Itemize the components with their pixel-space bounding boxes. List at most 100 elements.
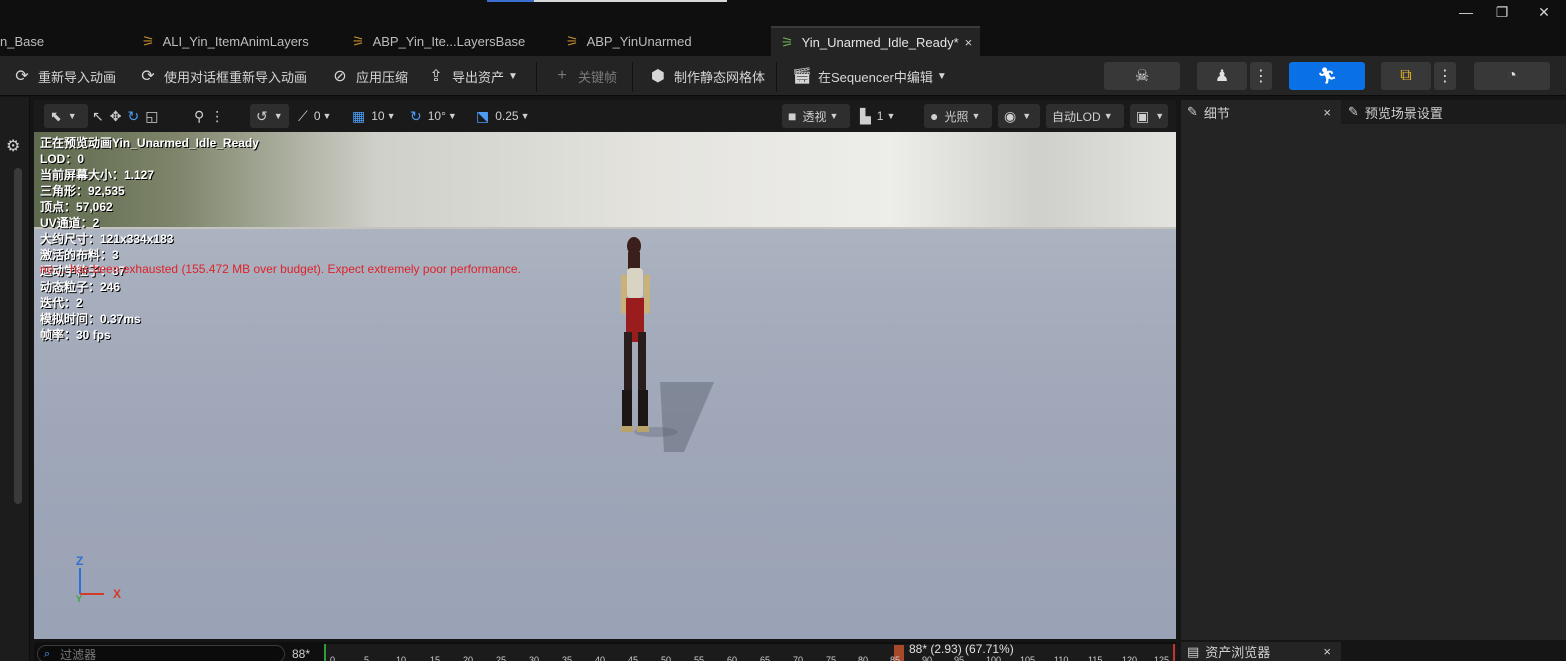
reimport-animation-button[interactable]: ⟳ 重新导入动画	[12, 64, 116, 88]
edit-in-sequencer-label: 在Sequencer中编辑	[818, 69, 933, 85]
lighting-mode-dropdown[interactable]: ● 光照 ▼	[924, 104, 992, 128]
scale-snap-value: 0.25	[495, 109, 519, 123]
tick-label: 30	[529, 655, 540, 661]
stat-iterations: 迭代：2	[40, 296, 83, 310]
rotation-mode-dropdown[interactable]: ↺ ▼	[250, 104, 289, 128]
surface-snap-value: 0	[313, 109, 321, 123]
tick-label: 105	[1020, 655, 1036, 661]
minimize-button[interactable]: —	[1455, 2, 1477, 22]
reimport-icon: ⟳	[15, 68, 29, 85]
angle-snap-dropdown[interactable]: ↻ 10° ▼	[410, 104, 457, 128]
running-man-icon: 🏃︎	[1316, 68, 1338, 85]
translate-icon[interactable]: ✥	[110, 108, 122, 125]
filter-search-input[interactable]: ⌕ 过滤器	[37, 645, 285, 661]
tab-base[interactable]: n_Base	[0, 26, 130, 56]
scale-snap-dropdown[interactable]: ⬔ 0.25 ▼	[476, 104, 530, 128]
close-window-button[interactable]: ✕	[1533, 2, 1555, 22]
more-options-icon: ⋮	[210, 107, 225, 124]
close-tab-icon[interactable]: ×	[1323, 105, 1331, 120]
edit-in-sequencer-button[interactable]: 🎬︎ 在Sequencer中编辑 ▼	[792, 64, 947, 88]
reimport-with-dialog-button[interactable]: ⟳ 使用对话框重新导入动画	[138, 64, 307, 88]
tab-asset-browser[interactable]: ▤ 资产浏览器 ×	[1181, 642, 1341, 661]
make-static-mesh-label: 制作静态网格体	[674, 69, 766, 85]
animation-preview-viewport[interactable]: 正在预览动画Yin_Unarmed_Idle_Ready LOD：0 当前屏幕大…	[34, 132, 1176, 639]
physics-mode-button[interactable]: ◔	[1474, 62, 1550, 90]
blueprint-mode-button[interactable]: ⧉	[1381, 62, 1431, 90]
chevron-down-icon: ▼	[508, 70, 518, 82]
select-arrow-icon[interactable]: ↖	[92, 108, 104, 125]
export-asset-button[interactable]: ⇪ 导出资产 ▼	[426, 64, 518, 88]
tab-preview-scene-settings[interactable]: ✎ 预览场景设置	[1344, 100, 1544, 124]
settings-gear-icon[interactable]: ⚙	[6, 136, 20, 156]
mesh-mode-button[interactable]: ♟	[1197, 62, 1247, 90]
tick-label: 100	[986, 655, 1002, 661]
asset-browser-label: 资产浏览器	[1205, 645, 1271, 660]
keyframe-label: 关键帧	[578, 69, 618, 85]
left-panel-scrollbar[interactable]	[14, 168, 22, 504]
select-mode-dropdown[interactable]: ⬉ ▼	[44, 104, 88, 128]
export-icon: ⇪	[429, 68, 443, 85]
tick-label: 115	[1088, 655, 1103, 661]
tick-label: 15	[430, 655, 441, 661]
chevron-down-icon: ▼	[67, 111, 77, 121]
animation-mode-button[interactable]: 🏃︎	[1289, 62, 1365, 90]
character-preview	[621, 237, 714, 452]
close-tab-icon[interactable]: ×	[965, 35, 973, 50]
tick-label: 5	[364, 655, 370, 661]
mesh-options-button[interactable]: ⋮	[1250, 62, 1272, 90]
tick-label: 20	[463, 655, 474, 661]
skeleton-mode-button[interactable]: ☠︎	[1104, 62, 1180, 90]
transform-tools[interactable]: ↖ ✥ ↻ ◱	[92, 104, 164, 128]
close-tab-icon[interactable]: ×	[1323, 644, 1331, 659]
scale-snap-icon: ⬔	[476, 107, 490, 124]
rotate-icon[interactable]: ↻	[127, 108, 139, 125]
viewport-layout-dropdown[interactable]: ▣ ▼	[1130, 104, 1168, 128]
apply-compression-button[interactable]: ⊘ 应用压缩	[330, 64, 408, 88]
tab-details[interactable]: ✎ 细节 ×	[1181, 100, 1341, 124]
tab-yin-unarmed-idle-ready[interactable]: ⚞ Yin_Unarmed_Idle_Ready* ×	[771, 26, 980, 56]
static-mesh-icon: ⬢	[651, 68, 665, 85]
tick-label: 125	[1154, 655, 1170, 661]
perspective-dropdown[interactable]: ■ 透视 ▼	[782, 104, 850, 128]
tick-label: 80	[858, 655, 869, 661]
plus-icon: +	[557, 67, 567, 84]
tab-ali-yin-itemanimlayers[interactable]: ⚞ ALI_Yin_ItemAnimLayers	[142, 26, 337, 56]
surface-snap-dropdown[interactable]: ⟋ 0 ▼	[298, 104, 331, 128]
chevron-down-icon: ▼	[1022, 111, 1032, 121]
tick-label: 110	[1054, 655, 1069, 661]
camera-speed-dropdown[interactable]: ▙ 1 ▼	[860, 104, 895, 128]
skeleton-icon: ☠︎	[1134, 68, 1150, 85]
blueprint-options-button[interactable]: ⋮	[1434, 62, 1456, 90]
lod-label: 自动LOD	[1052, 109, 1101, 124]
tab-abp-yin-itemlayersbase[interactable]: ⚞ ABP_Yin_Ite...LayersBase	[352, 26, 552, 56]
reimport-label: 重新导入动画	[38, 69, 117, 85]
chevron-down-icon: ▼	[447, 111, 457, 121]
scale-icon[interactable]: ◱	[145, 108, 158, 125]
make-static-mesh-button[interactable]: ⬢ 制作静态网格体	[648, 64, 765, 88]
add-keyframe-button[interactable]: + 关键帧	[552, 64, 617, 88]
current-frame-field[interactable]: 88*	[292, 647, 310, 661]
stat-lod: LOD：0	[40, 152, 85, 166]
toolbar-divider	[632, 62, 633, 92]
blueprint-graph-icon: ⧉	[1400, 67, 1412, 84]
asset-browser-icon: ▤	[1187, 643, 1200, 659]
tab-label: n_Base	[0, 33, 45, 49]
tab-abp-yinunarmed[interactable]: ⚞ ABP_YinUnarmed	[566, 26, 756, 56]
axis-z-label: Z	[76, 554, 84, 568]
grid-snap-dropdown[interactable]: ▦ 10 ▼	[352, 104, 396, 128]
chevron-down-icon: ▼	[829, 111, 839, 121]
show-flags-dropdown[interactable]: ◉ ▼	[998, 104, 1040, 128]
tick-label: 10	[396, 655, 407, 661]
camera-speed-value: 1	[876, 109, 884, 123]
clapperboard-icon: 🎬︎	[792, 68, 813, 85]
memory-warning: no ... has been exhausted (155.472 MB ov…	[40, 262, 521, 276]
playback-start-marker[interactable]	[324, 644, 326, 661]
export-asset-label: 导出资产	[452, 69, 505, 85]
lod-dropdown[interactable]: 自动LOD ▼	[1046, 104, 1124, 128]
tick-label: 90	[922, 655, 933, 661]
tick-label: 0	[330, 655, 336, 661]
pencil-icon: ✎	[1187, 104, 1198, 119]
chevron-down-icon: ▼	[1155, 111, 1165, 121]
restore-button[interactable]: ❐	[1491, 2, 1513, 22]
coordinate-system-button[interactable]: ⚲ ⋮	[194, 104, 230, 128]
